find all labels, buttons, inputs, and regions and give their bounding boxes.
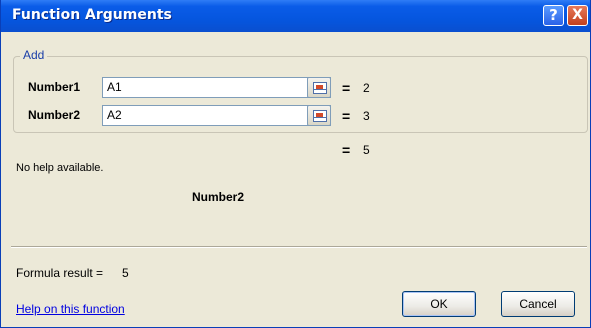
range-select-icon	[313, 110, 327, 122]
title-bar[interactable]: Function Arguments ? X	[1, 0, 590, 32]
close-button[interactable]: X	[567, 5, 588, 26]
function-name-label: Add	[20, 48, 48, 62]
cancel-button[interactable]: Cancel	[501, 291, 575, 317]
function-result: 5	[363, 143, 370, 157]
number2-collapse-button[interactable]	[307, 105, 331, 126]
formula-result-value: 5	[122, 266, 129, 280]
divider	[11, 246, 587, 248]
ok-button[interactable]: OK	[402, 291, 476, 317]
number1-equals: =	[342, 80, 351, 96]
argument-description-label: Number2	[192, 190, 245, 204]
function-equals: =	[342, 142, 351, 158]
formula-result-label: Formula result =	[16, 266, 104, 280]
function-arguments-dialog: Function Arguments ? X Add Number1 A1 = …	[0, 0, 591, 328]
dialog-title: Function Arguments	[12, 7, 172, 23]
help-on-function-link[interactable]: Help on this function	[16, 302, 125, 316]
number1-label: Number1	[28, 80, 81, 94]
number1-result: 2	[363, 81, 370, 95]
help-button[interactable]: ?	[543, 5, 564, 26]
number1-input[interactable]: A1	[102, 77, 331, 98]
number2-label: Number2	[28, 108, 81, 122]
number2-result: 3	[363, 109, 370, 123]
number2-input[interactable]: A2	[102, 105, 331, 126]
number1-collapse-button[interactable]	[307, 77, 331, 98]
help-text: No help available.	[16, 162, 104, 174]
number2-equals: =	[342, 108, 351, 124]
range-select-icon	[313, 82, 327, 94]
